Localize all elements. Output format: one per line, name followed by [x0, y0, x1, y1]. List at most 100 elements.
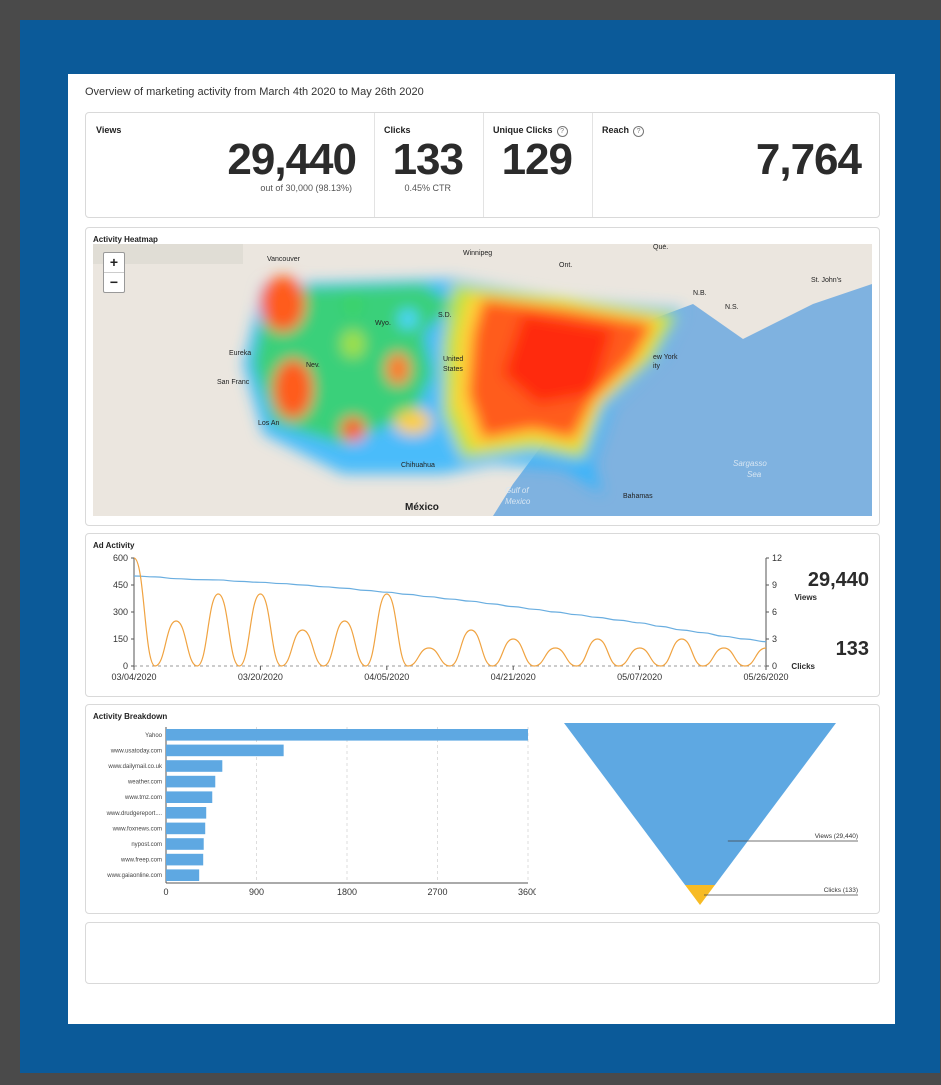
x-tick-label: 2700 [427, 887, 447, 897]
y-tick-label-left: 450 [113, 580, 128, 590]
funnel-chart: Views (29,440) Clicks (133) [564, 723, 858, 905]
reach-label-wrap: Reach? [602, 125, 645, 137]
map-label: ew York [653, 354, 678, 361]
map-label: N.S. [725, 304, 739, 311]
category-label: www.tmz.com [124, 795, 162, 801]
heatmap-card: Activity Heatmap + − Vancouver Winnipeg … [85, 227, 880, 526]
y-tick-label-right: 6 [772, 607, 777, 617]
views-stat: Views 29,440 out of 30,000 (98.13%) [86, 113, 375, 217]
bar [166, 775, 216, 788]
map-label: Winnipeg [463, 250, 493, 257]
series-line-clicks [133, 557, 767, 667]
y-tick-label-right: 0 [772, 661, 777, 671]
bar [166, 822, 206, 835]
x-tick-label: 3600 [518, 887, 536, 897]
y-tick-label-right: 3 [772, 634, 777, 644]
y-tick-label-right: 12 [772, 553, 782, 563]
map-label: St. John's [811, 277, 842, 284]
clicks-stat: Clicks 133 0.45% CTR [374, 113, 484, 217]
bar [166, 791, 213, 803]
bar [166, 729, 528, 741]
reach-label: Reach [602, 125, 630, 135]
map-label: Bahamas [623, 493, 653, 500]
map-label: S.D. [438, 312, 452, 319]
x-tick-label: 05/26/2020 [743, 672, 788, 682]
breakdown-bar-chart: 0 900 1800 2700 3600 Yahoo www.usatoday.com www… [106, 727, 536, 897]
map-label: Eureka [229, 350, 252, 357]
unique-clicks-value: 129 [501, 135, 573, 184]
category-label: www.drudgereport.... [106, 811, 163, 817]
bar [166, 869, 200, 881]
help-icon[interactable]: ? [633, 126, 645, 137]
category-label: Yahoo [145, 733, 163, 739]
x-tick-label: 0 [163, 887, 168, 897]
bar [166, 838, 204, 850]
map-label: Ont. [559, 262, 573, 269]
clicks-sub: 0.45% CTR [404, 183, 451, 193]
views-sub: out of 30,000 (98.13%) [260, 183, 352, 193]
map-label: México [405, 502, 439, 513]
map-label: Sargasso [733, 459, 767, 468]
category-label: nypost.com [131, 842, 162, 848]
page-title: Overview of marketing activity from Marc… [85, 86, 424, 98]
next-card [85, 922, 880, 984]
map-label: Mexico [505, 497, 531, 506]
views-total: 29,440 [807, 569, 869, 591]
ad-activity-card: Ad Activity 600 450 300 150 0 12 9 6 3 0 03/04/202… [85, 533, 880, 697]
map-label: Nev. [306, 362, 320, 369]
map-label: Wyo. [375, 320, 391, 327]
zoom-in-button[interactable]: + [104, 253, 124, 273]
bar [166, 853, 204, 866]
category-label: weather.com [127, 780, 162, 786]
category-label: www.usatoday.com [110, 748, 162, 754]
clicks-total-label: Clicks [791, 662, 815, 671]
bar [166, 760, 223, 772]
map-label: Vancouver [267, 256, 300, 263]
map-label: States [443, 366, 463, 373]
x-tick-label: 03/04/2020 [111, 672, 156, 682]
bar [166, 807, 207, 819]
heatmap-title: Activity Heatmap [93, 235, 158, 244]
map-label: N.B. [693, 290, 707, 297]
x-tick-label: 04/21/2020 [491, 672, 536, 682]
map-label: Chihuahua [401, 462, 435, 469]
views-total-label: Views [794, 593, 817, 602]
unique-clicks-label: Unique Clicks [493, 125, 553, 135]
x-tick-label: 03/20/2020 [238, 672, 283, 682]
category-label: www.gaiaonline.com [106, 873, 162, 879]
dashboard-page: Overview of marketing activity from Marc… [68, 74, 895, 1024]
y-tick-label-left: 150 [113, 634, 128, 644]
map-label: Qué. [653, 244, 669, 251]
clicks-value: 133 [392, 135, 464, 184]
funnel-stage-views [564, 723, 836, 885]
map-label: ity [653, 363, 660, 370]
category-label: www.foxnews.com [112, 826, 162, 832]
unique-clicks-stat: Unique Clicks? 129 [483, 113, 593, 217]
funnel-label: Views (29,440) [815, 833, 858, 840]
x-tick-label: 04/05/2020 [364, 672, 409, 682]
funnel-label: Clicks (133) [824, 887, 858, 894]
y-tick-label-right: 9 [772, 580, 777, 590]
stats-card: Views 29,440 out of 30,000 (98.13%) Clic… [85, 112, 880, 218]
views-label: Views [96, 125, 122, 135]
reach-value: 7,764 [755, 135, 862, 184]
map-label: San Franc [217, 379, 250, 386]
zoom-out-button[interactable]: − [104, 273, 124, 292]
x-tick-label: 1800 [337, 887, 357, 897]
category-label: www.freep.com [120, 858, 162, 864]
x-tick-label: 900 [249, 887, 264, 897]
heatmap-map[interactable]: + − Vancouver Winnipeg Qué. Ont. St. Joh… [93, 244, 872, 516]
ad-activity-chart: 600450300150012963003/04/2020 03/20/2020 0… [111, 553, 788, 682]
views-value: 29,440 [227, 135, 357, 184]
bar [166, 744, 284, 757]
map-label: Los An [258, 420, 280, 427]
map-label: Gulf of [505, 486, 529, 495]
map-label: United [443, 356, 464, 363]
zoom-control: + − [103, 252, 125, 293]
y-tick-label-left: 300 [113, 607, 128, 617]
clicks-total: 133 [835, 638, 869, 660]
clicks-label: Clicks [384, 125, 411, 135]
reach-stat: Reach? 7,764 [592, 113, 879, 217]
activity-breakdown-card: Activity Breakdown 0 900 1800 2700 3600 Yahoo… [85, 704, 880, 914]
y-tick-label-left: 0 [123, 661, 128, 671]
